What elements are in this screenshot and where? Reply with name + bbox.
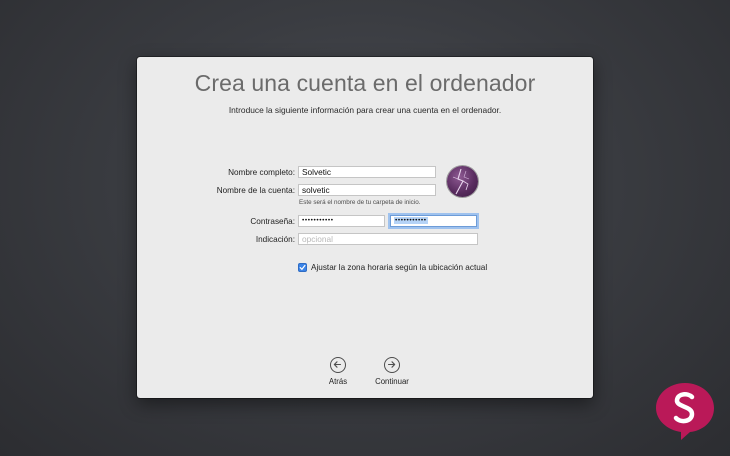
- password-label: Contraseña:: [250, 217, 295, 226]
- page-subtitle: Introduce la siguiente información para …: [228, 105, 502, 115]
- setup-dialog: Crea una cuenta en el ordenador Introduc…: [137, 57, 593, 398]
- account-name-value: solvetic: [302, 185, 330, 195]
- account-name-hint: Este será el nombre de tu carpeta de ini…: [299, 199, 421, 206]
- arrow-right-circle-icon: [384, 357, 400, 373]
- back-label: Atrás: [328, 377, 348, 386]
- back-button[interactable]: Atrás: [308, 357, 368, 386]
- continue-label: Continuar: [375, 377, 409, 386]
- account-name-field[interactable]: solvetic: [298, 184, 436, 196]
- timezone-checkbox-label[interactable]: Ajustar la zona horaria según la ubicaci…: [311, 263, 487, 272]
- full-name-field[interactable]: Solvetic: [298, 166, 436, 178]
- password-verify-value: •••••••••••: [394, 217, 428, 224]
- arrow-left-circle-icon: [330, 357, 346, 373]
- timezone-checkbox[interactable]: [298, 263, 307, 272]
- account-name-label: Nombre de la cuenta:: [216, 186, 295, 195]
- full-name-label: Nombre completo:: [228, 168, 295, 177]
- password-value: •••••••••••: [302, 217, 334, 224]
- continue-button[interactable]: Continuar: [362, 357, 422, 386]
- hint-field[interactable]: opcional: [298, 233, 478, 245]
- password-verify-field[interactable]: •••••••••••: [390, 215, 477, 227]
- solvetic-logo-icon: [654, 381, 716, 441]
- hint-label: Indicación:: [255, 235, 295, 244]
- hint-placeholder: opcional: [302, 234, 333, 244]
- page-title: Crea una cuenta en el ordenador: [194, 70, 536, 96]
- full-name-value: Solvetic: [302, 167, 332, 177]
- password-field[interactable]: •••••••••••: [298, 215, 385, 227]
- lightning-avatar-icon[interactable]: [447, 166, 478, 197]
